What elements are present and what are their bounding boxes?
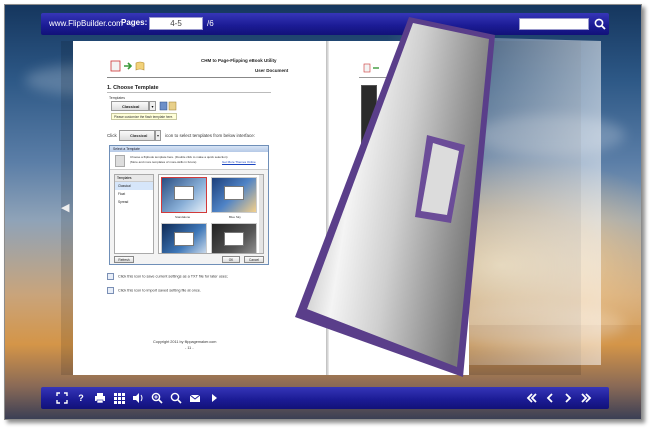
thumbnails-icon[interactable]: [112, 391, 126, 405]
thumbnail-label: Standalone: [175, 215, 191, 219]
doc-header-title: CHM to Page-Flipping eBook Utility: [201, 58, 277, 63]
refresh-button: Refresh: [114, 256, 134, 263]
search-icon[interactable]: [169, 391, 183, 405]
template-thumbnails: Standalone Blue Sky: [158, 174, 264, 254]
next-page-icon[interactable]: [561, 391, 575, 405]
template-dialog-screenshot: Select a Template Choose a flipbook temp…: [109, 145, 269, 265]
chevron-down-icon: ▾: [149, 101, 156, 111]
cancel-button: Cancel: [244, 256, 264, 263]
sound-icon[interactable]: [131, 391, 145, 405]
list-item: Float: [118, 192, 126, 196]
page-total: /6: [207, 19, 214, 28]
divider: [107, 92, 271, 93]
template-list-header: Templates: [115, 175, 153, 182]
dialog-head-line2: (More and more templates of more-skills …: [130, 160, 197, 164]
click-suffix: icon to select templates from below inte…: [165, 133, 256, 138]
chevron-down-icon: ▾: [155, 130, 161, 141]
previous-page-icon[interactable]: [543, 391, 557, 405]
previous-page-arrow-icon[interactable]: ◀: [61, 201, 69, 214]
list-item: Classical: [115, 182, 153, 190]
import-settings-icon: [107, 287, 114, 294]
note-import-text: Click this icon to import saved setting …: [118, 288, 201, 293]
template-icon: [115, 155, 125, 167]
save-settings-icon: [107, 273, 114, 280]
divider: [107, 77, 271, 78]
doc-logo-icon: [110, 60, 145, 72]
templates-label: Templates: [109, 96, 125, 100]
section-title: 1. Choose Template: [107, 85, 159, 91]
brand-link[interactable]: www.FlipBuilder.com: [49, 19, 123, 28]
tooltip-text: Please customize the flash template here…: [111, 113, 177, 120]
template-list: Templates Classical Float Spread: [114, 174, 154, 254]
footer-copyright: Copyright 2011 by flippagemaker.com: [153, 340, 217, 344]
template-thumbnail: [161, 177, 207, 213]
dialog-header: Choose a flipbook template here. (Double…: [110, 152, 268, 170]
help-icon[interactable]: ?: [74, 391, 88, 405]
template-thumbnail: [161, 223, 207, 253]
footer-page-number: - 11 -: [185, 346, 194, 350]
flipbook-viewer: www.FlipBuilder.com Pages: 4-5 /6 ◀ CHM …: [4, 4, 642, 420]
curl-back: [307, 23, 489, 367]
ok-button: OK: [222, 256, 240, 263]
click-instruction: Click Classical ▾ icon to select templat…: [107, 130, 277, 142]
save-load-icons: [159, 101, 177, 111]
get-more-themes-link: Get More Themes Online: [222, 160, 256, 164]
autoplay-icon[interactable]: [207, 391, 221, 405]
bottom-toolbar: ?: [41, 387, 609, 409]
note-import: Click this icon to import saved setting …: [107, 287, 201, 294]
zoom-in-icon[interactable]: [150, 391, 164, 405]
print-icon[interactable]: [93, 391, 107, 405]
template-combo-inline: Classical: [119, 130, 155, 141]
last-page-icon[interactable]: [579, 391, 593, 405]
page-number-input[interactable]: 4-5: [149, 17, 203, 30]
click-prefix: Click: [107, 133, 117, 138]
list-item: Spread: [118, 200, 129, 204]
fit-screen-icon[interactable]: [55, 391, 69, 405]
page-curl[interactable]: [287, 17, 601, 377]
note-save: Click this icon to save current settings…: [107, 273, 228, 280]
dialog-head-line1: Choose a flipbook template here. (Double…: [130, 155, 228, 159]
doc-header-subtitle: User Document: [255, 68, 289, 73]
pages-label: Pages:: [121, 18, 148, 27]
scrollbar: [259, 175, 263, 253]
template-thumbnail: [211, 177, 257, 213]
note-save-text: Click this icon to save current settings…: [118, 274, 228, 279]
thumbnail-label: Blue Sky: [229, 215, 241, 219]
template-combo: Classical: [111, 101, 149, 111]
first-page-icon[interactable]: [525, 391, 539, 405]
email-icon[interactable]: [188, 391, 202, 405]
template-thumbnail: [211, 223, 257, 253]
